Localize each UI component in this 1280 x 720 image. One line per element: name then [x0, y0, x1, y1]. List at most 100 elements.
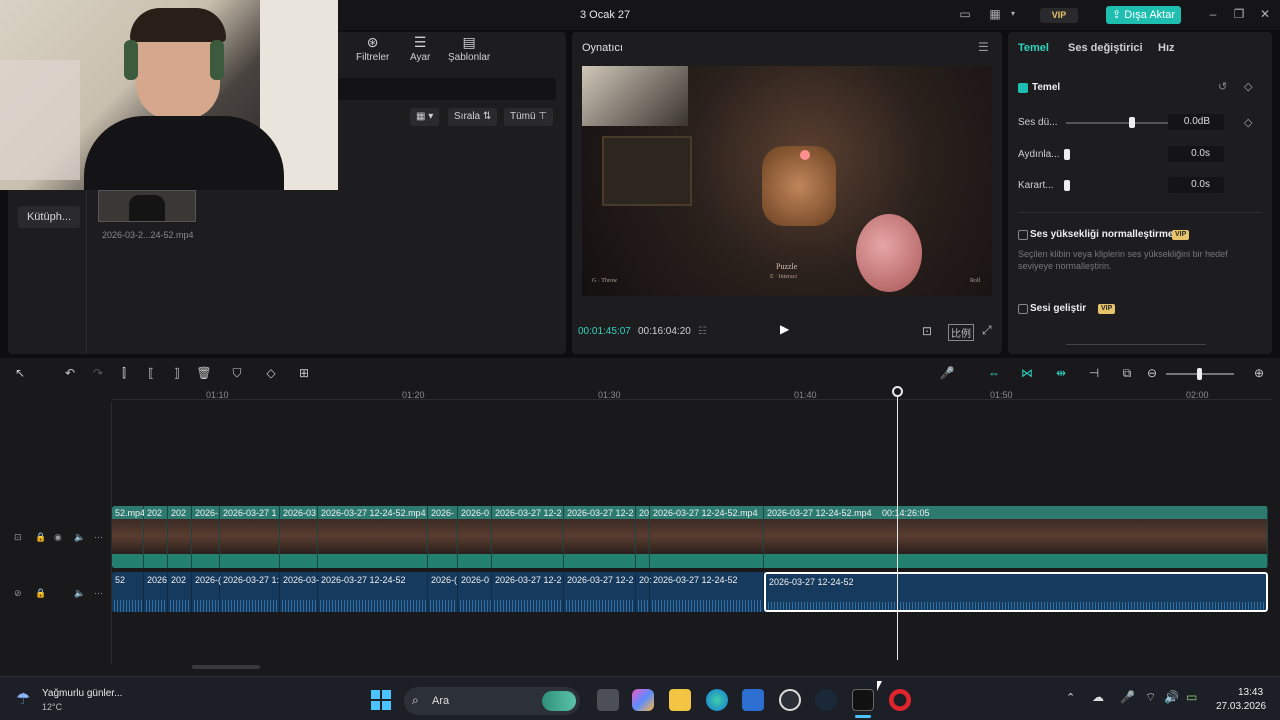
delete-icon[interactable]: 🗑 — [196, 366, 212, 380]
fade-in-value[interactable]: 0.0s — [1168, 146, 1224, 162]
tool-tab-templates[interactable]: ▤ Şablonlar — [448, 34, 490, 63]
trim-left-icon[interactable]: ⟦ — [143, 366, 159, 380]
view-toggle[interactable]: ▦ ▾ — [410, 108, 440, 126]
audio-clip[interactable]: 2026-03-27 1: — [220, 572, 280, 612]
video-track[interactable]: 52.mp4 202 202 2026- 2026-03-27 1 2026-0… — [112, 506, 1268, 568]
volume-slider-knob[interactable] — [1129, 117, 1135, 128]
app-icon[interactable] — [779, 689, 801, 711]
tool-tab-adjust[interactable]: ☰ Ayar — [410, 34, 430, 63]
media-search-bar[interactable] — [338, 78, 556, 100]
video-clip[interactable]: 2026-03-27 12-24-52.mp4 — [764, 506, 1268, 568]
more-icon[interactable]: ⋯ — [94, 588, 103, 599]
link-icon[interactable]: ⇔ — [986, 366, 1002, 380]
video-clip[interactable]: 202 — [144, 506, 168, 568]
microphone-icon[interactable]: 🎤 — [939, 366, 955, 380]
menu-icon[interactable]: ☰ — [978, 40, 989, 54]
horizontal-scrollbar[interactable] — [192, 665, 260, 669]
file-explorer-icon[interactable] — [669, 689, 691, 711]
close-icon[interactable]: ✕ — [1258, 8, 1272, 20]
enhance-checkbox[interactable] — [1018, 304, 1028, 314]
preview-axis-icon[interactable]: ⇹ — [1053, 366, 1069, 380]
monitor-icon[interactable]: ▭ — [958, 8, 972, 20]
volume-value[interactable]: 0.0dB — [1168, 114, 1224, 130]
volume-slider[interactable] — [1066, 122, 1176, 124]
video-clip[interactable]: 2026-03-27 12-2 — [492, 506, 564, 568]
video-clip[interactable]: 52.mp4 — [112, 506, 145, 568]
sort-button[interactable]: Sırala ⇅ — [448, 108, 498, 126]
tab-speed[interactable]: Hız — [1158, 42, 1175, 54]
vip-badge[interactable]: VIP — [1040, 8, 1078, 23]
audio-clip-selected[interactable]: 2026-03-27 12-24-52 — [764, 572, 1268, 612]
video-clip[interactable]: 2026-03 — [280, 506, 318, 568]
more-icon[interactable]: ⋯ — [94, 532, 103, 543]
video-clip[interactable]: 20 — [636, 506, 650, 568]
audio-clip[interactable]: 2026-03- — [280, 572, 319, 612]
chevron-up-icon[interactable]: ⌃ — [1066, 691, 1075, 704]
list-icon[interactable]: ☷ — [698, 326, 707, 337]
audio-clip[interactable]: 2026-03-27 12-2 — [492, 572, 564, 612]
audio-clip[interactable]: 2026 — [144, 572, 168, 612]
tab-voice-changer[interactable]: Ses değiştirici — [1068, 42, 1143, 54]
edge-icon[interactable] — [706, 689, 728, 711]
audio-track[interactable]: 52 2026 202 2026-( 2026-03-27 1: 2026-03… — [112, 572, 1268, 612]
chevron-down-icon[interactable]: ▾ — [1006, 8, 1020, 20]
playhead-handle[interactable] — [892, 386, 903, 397]
audio-clip[interactable]: 2026-03-27 12-24-52 — [318, 572, 428, 612]
keyframe-icon[interactable]: ◇ — [1244, 80, 1252, 93]
split-screen-icon[interactable]: ⊣ — [1086, 366, 1102, 380]
tool-tab-filters[interactable]: ⊛ Filtreler — [356, 34, 389, 63]
split-icon[interactable]: ⫿ — [116, 366, 132, 380]
zoom-out-icon[interactable]: ⊖ — [1144, 366, 1160, 380]
windows-start-icon[interactable] — [371, 690, 391, 710]
audio-clip[interactable]: 2026-03-27 12-2 — [564, 572, 636, 612]
microphone-icon[interactable]: 🎤 — [1120, 690, 1135, 704]
zoom-in-icon[interactable]: ⊕ — [1251, 366, 1267, 380]
store-icon[interactable] — [742, 689, 764, 711]
speaker-icon[interactable]: 🔈 — [74, 588, 85, 599]
video-clip[interactable]: 2026-03-27 12-24-52.mp4 — [318, 506, 428, 568]
audio-clip[interactable]: 2026-( — [192, 572, 221, 612]
clock-date[interactable]: 27.03.2026 — [1216, 701, 1266, 712]
video-clip[interactable]: 2026-03-27 12-2 — [564, 506, 636, 568]
weather-icon[interactable]: ☂ — [16, 689, 30, 709]
marker-icon[interactable]: ◇ — [263, 366, 279, 380]
reset-icon[interactable]: ↺ — [1218, 80, 1227, 93]
speaker-icon[interactable]: 🔈 — [74, 532, 85, 543]
shield-icon[interactable]: ⛉ — [229, 366, 245, 380]
sidebar-item-library[interactable]: Kütüph... — [18, 206, 80, 228]
eye-icon[interactable]: ◉ — [54, 532, 62, 543]
capcut-icon[interactable] — [852, 689, 874, 711]
tab-basic[interactable]: Temel — [1018, 42, 1049, 54]
video-clip[interactable]: 2026-0 — [458, 506, 492, 568]
preview-icon[interactable]: ⧉ — [1119, 366, 1135, 380]
zoom-slider-knob[interactable] — [1197, 368, 1202, 380]
maximize-icon[interactable]: ❐ — [1232, 8, 1246, 20]
opera-icon[interactable] — [889, 689, 911, 711]
weather-text[interactable]: Yağmurlu günler... — [42, 688, 122, 699]
play-button[interactable]: ▶ — [780, 322, 794, 336]
wifi-icon[interactable]: ⌔ — [1145, 690, 1156, 705]
clock-time[interactable]: 13:43 — [1238, 687, 1263, 698]
fade-in-slider-knob[interactable] — [1064, 149, 1070, 160]
taskbar-search[interactable]: ⌕ Ara — [404, 687, 580, 715]
enhance-slider[interactable] — [1066, 344, 1206, 345]
audio-track-icon[interactable]: ⊘ — [14, 588, 22, 599]
layout-icon[interactable]: ▦ — [988, 8, 1002, 20]
cloud-icon[interactable]: ☁ — [1092, 690, 1104, 704]
lock-icon[interactable]: 🔒 — [35, 588, 46, 599]
volume-icon[interactable]: 🔊 — [1164, 690, 1179, 704]
select-tool-icon[interactable]: ↖ — [12, 366, 28, 380]
fade-out-slider-knob[interactable] — [1064, 180, 1070, 191]
video-clip[interactable]: 2026- — [192, 506, 220, 568]
media-thumbnail[interactable] — [98, 190, 196, 222]
snapshot-icon[interactable]: ⊡ — [922, 324, 932, 338]
audio-clip[interactable]: 2026-0 — [458, 572, 492, 612]
audio-clip[interactable]: 202 — [168, 572, 192, 612]
video-clip[interactable]: 202 — [168, 506, 192, 568]
fade-out-value[interactable]: 0.0s — [1168, 177, 1224, 193]
crop-icon[interactable]: ⊞ — [296, 366, 312, 380]
time-ruler[interactable] — [112, 386, 1272, 400]
export-button[interactable]: ⇪ Dışa Aktar — [1106, 6, 1181, 24]
filter-button[interactable]: Tümü ⊤ — [504, 108, 554, 126]
battery-icon[interactable]: ▭ — [1186, 690, 1197, 704]
